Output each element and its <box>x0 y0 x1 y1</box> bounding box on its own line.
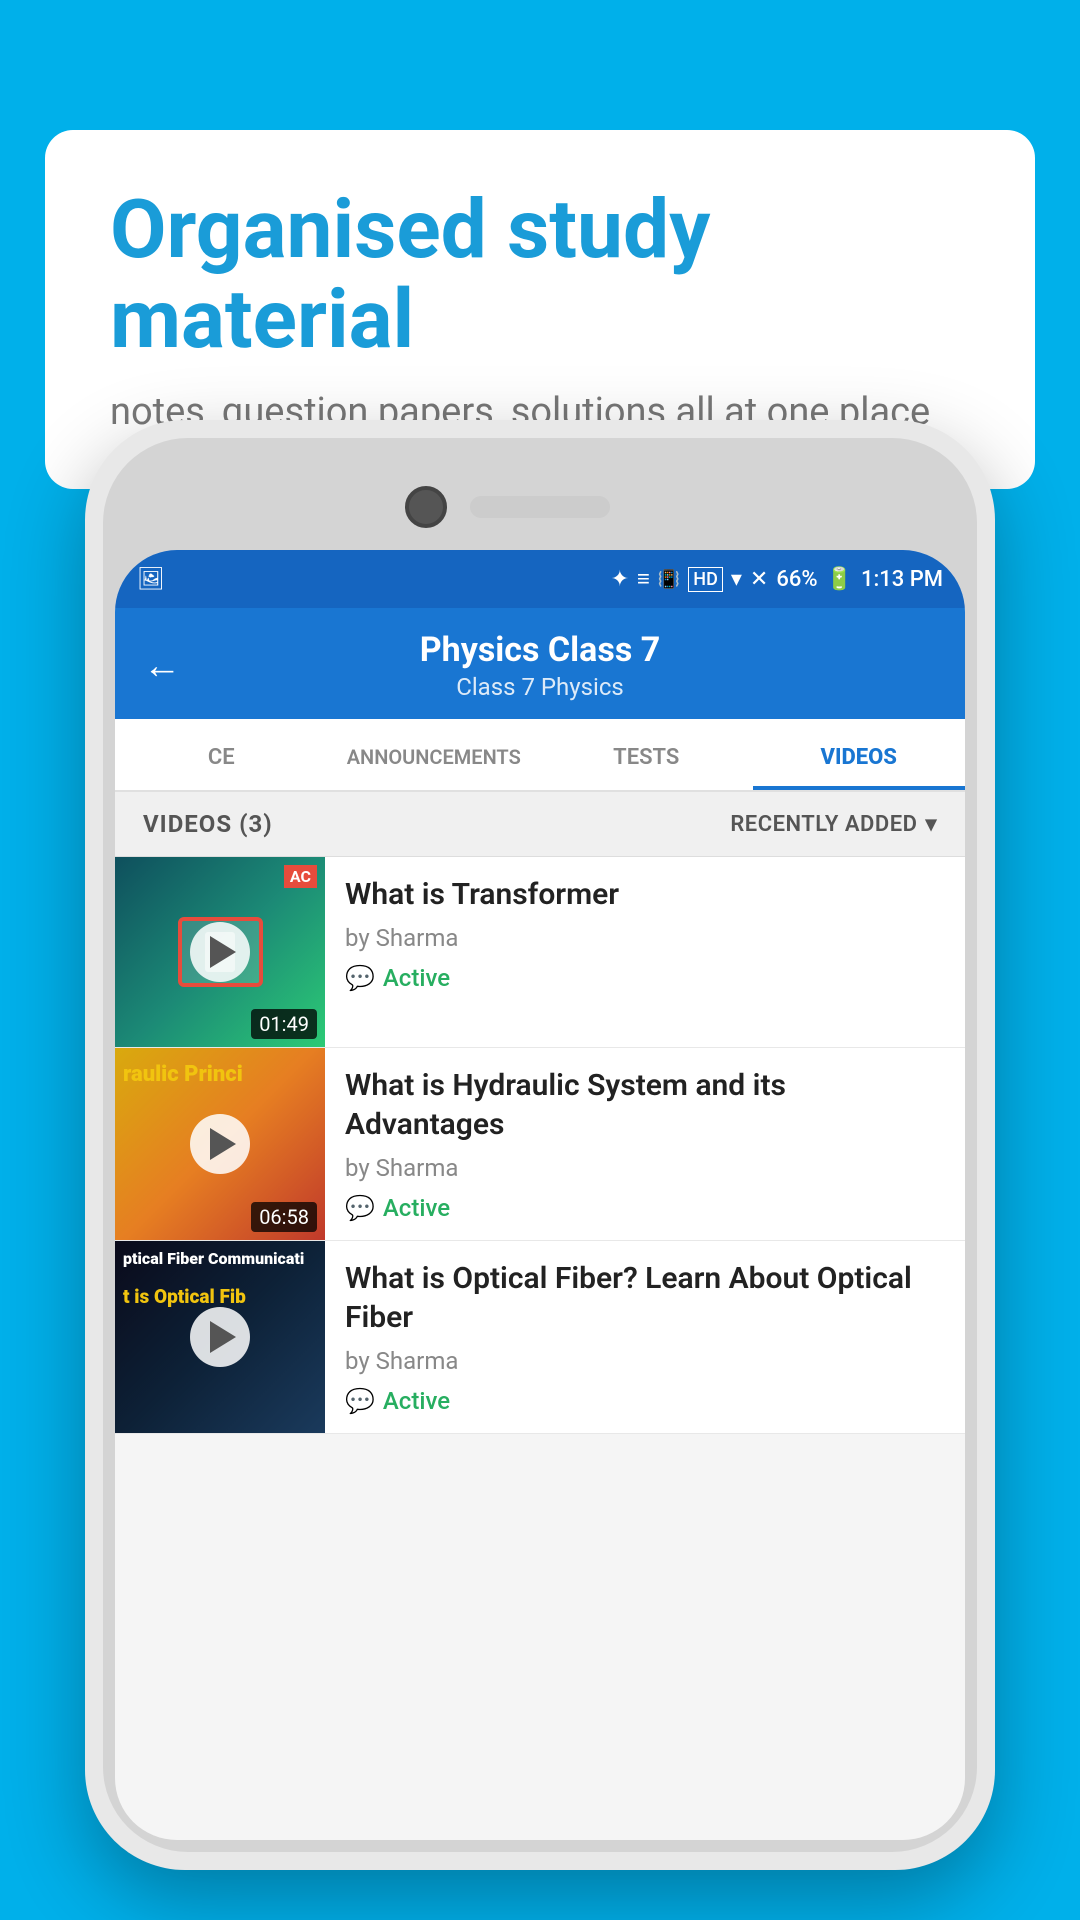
sort-chevron: ▾ <box>925 812 937 837</box>
video-status-3: 💬 Active <box>345 1387 945 1415</box>
video-info-1: What is Transformer by Sharma 💬 Active <box>325 857 965 1047</box>
sort-filter[interactable]: RECENTLY ADDED ▾ <box>730 812 937 837</box>
bluetooth-icon: ✦ <box>611 567 629 592</box>
video-by-3: by Sharma <box>345 1347 945 1375</box>
tab-ce[interactable]: CE <box>115 719 328 790</box>
video-by-1: by Sharma <box>345 924 945 952</box>
back-button[interactable]: ← <box>143 647 181 685</box>
vibrate-icon: 📳 <box>658 569 680 590</box>
video-list: AC 01:49 What is Transformer by Sharma 💬… <box>115 857 965 1434</box>
video-thumb-2: raulic Princi 06:58 <box>115 1048 325 1240</box>
videos-count: VIDEOS (3) <box>143 810 273 838</box>
video-item-3[interactable]: ptical Fiber Communicati t is Optical Fi… <box>115 1241 965 1434</box>
phone-camera <box>405 486 447 528</box>
time-display: 1:13 PM <box>861 567 943 592</box>
active-label-2: Active <box>383 1194 450 1222</box>
tab-videos[interactable]: VIDEOS <box>753 719 966 790</box>
status-right: ✦ ≡ 📳 HD ▾ ✕ 66% 🔋 1:13 PM <box>611 566 943 592</box>
app-bar-subtitle: Class 7 Physics <box>203 673 877 701</box>
chat-icon-3: 💬 <box>345 1387 375 1415</box>
play-btn-2[interactable] <box>190 1114 250 1174</box>
video-duration-2: 06:58 <box>251 1202 317 1232</box>
status-left: 🖼 <box>137 567 171 592</box>
phone-outer: 🖼 ✦ ≡ 📳 HD ▾ ✕ 66% 🔋 1:13 PM ← <box>85 420 995 1870</box>
chat-icon-1: 💬 <box>345 964 375 992</box>
chat-icon-2: 💬 <box>345 1194 375 1222</box>
video-item-2[interactable]: raulic Princi 06:58 What is Hydraulic Sy… <box>115 1048 965 1241</box>
thumb-hydraulic-text: raulic Princi <box>123 1062 243 1088</box>
tab-announcements[interactable]: ANNOUNCEMENTS <box>328 719 541 790</box>
video-duration-1: 01:49 <box>251 1009 317 1039</box>
video-title-3: What is Optical Fiber? Learn About Optic… <box>345 1259 945 1337</box>
tabs-bar: CE ANNOUNCEMENTS TESTS VIDEOS <box>115 719 965 792</box>
video-by-2: by Sharma <box>345 1154 945 1182</box>
play-btn-3[interactable] <box>190 1307 250 1367</box>
status-bar: 🖼 ✦ ≡ 📳 HD ▾ ✕ 66% 🔋 1:13 PM <box>115 550 965 608</box>
video-status-1: 💬 Active <box>345 964 945 992</box>
sort-label: RECENTLY ADDED <box>730 812 917 837</box>
filter-bar: VIDEOS (3) RECENTLY ADDED ▾ <box>115 792 965 857</box>
tab-tests[interactable]: TESTS <box>540 719 753 790</box>
image-icon: 🖼 <box>137 567 165 592</box>
video-thumb-3: ptical Fiber Communicati t is Optical Fi… <box>115 1241 325 1433</box>
video-status-2: 💬 Active <box>345 1194 945 1222</box>
active-label-3: Active <box>383 1387 450 1415</box>
video-info-2: What is Hydraulic System and its Advanta… <box>325 1048 965 1240</box>
play-triangle-3 <box>210 1321 236 1353</box>
wifi-icon: ▾ <box>731 567 742 592</box>
app-bar: ← Physics Class 7 Class 7 Physics <box>115 608 965 719</box>
signal-x-icon: ✕ <box>750 567 768 592</box>
battery-icon: 🔋 <box>826 567 853 592</box>
video-item-1[interactable]: AC 01:49 What is Transformer by Sharma 💬… <box>115 857 965 1048</box>
video-title-2: What is Hydraulic System and its Advanta… <box>345 1066 945 1144</box>
play-btn-1[interactable] <box>190 922 250 982</box>
phone-speaker <box>470 496 610 518</box>
video-thumb-1: AC 01:49 <box>115 857 325 1047</box>
play-triangle-2 <box>210 1128 236 1160</box>
battery-text: 66% <box>776 567 817 592</box>
signal-icon: ≡ <box>637 566 650 592</box>
video-info-3: What is Optical Fiber? Learn About Optic… <box>325 1241 965 1433</box>
video-title-1: What is Transformer <box>345 875 945 914</box>
active-label-1: Active <box>383 964 450 992</box>
app-bar-main-title: Physics Class 7 <box>203 630 877 670</box>
thumb-optical-text-2: t is Optical Fib <box>123 1285 246 1308</box>
thumb-label-1: AC <box>284 865 317 888</box>
app-bar-title-block: Physics Class 7 Class 7 Physics <box>203 630 877 701</box>
hd-badge: HD <box>688 567 723 592</box>
thumb-optical-text-1: ptical Fiber Communicati <box>123 1249 304 1269</box>
phone-screen: 🖼 ✦ ≡ 📳 HD ▾ ✕ 66% 🔋 1:13 PM ← <box>115 550 965 1840</box>
phone-inner: 🖼 ✦ ≡ 📳 HD ▾ ✕ 66% 🔋 1:13 PM ← <box>103 438 977 1852</box>
play-triangle-1 <box>210 936 236 968</box>
bubble-title: Organised study material <box>110 185 970 365</box>
